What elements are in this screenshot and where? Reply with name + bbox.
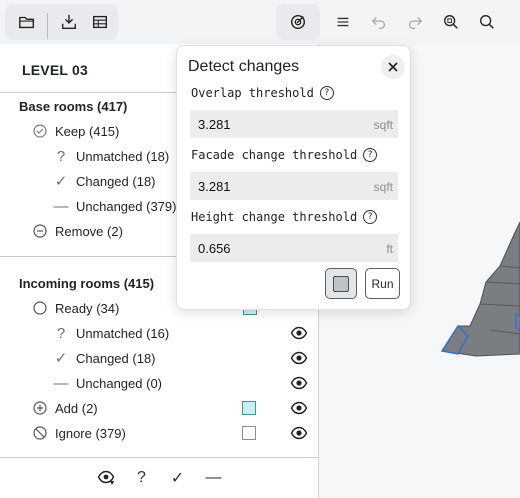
eye-icon[interactable] (290, 374, 308, 392)
close-button[interactable] (381, 55, 405, 79)
eye-icon[interactable] (290, 324, 308, 342)
check-icon: ✓ (54, 350, 68, 367)
base-changed-row[interactable]: ✓ Changed (18) (52, 170, 156, 192)
overlap-unit: sqft (373, 118, 393, 132)
height-label-text: Height change threshold (191, 210, 358, 224)
detect-changes-icon[interactable] (284, 8, 312, 36)
overlap-label-text: Overlap threshold (191, 86, 314, 100)
eye-icon[interactable] (290, 399, 308, 417)
detect-changes-popover: Detect changes Overlap threshold ? 3.281… (176, 45, 411, 310)
dash-button[interactable]: — (202, 466, 226, 490)
facade-value: 3.281 (198, 179, 231, 194)
run-button[interactable]: Run (365, 268, 400, 299)
ready-label: Ready (34) (55, 300, 120, 316)
eye-icon[interactable] (290, 424, 308, 442)
block-icon (31, 424, 49, 442)
eye-filter-icon[interactable] (94, 466, 118, 490)
help-icon[interactable]: ? (363, 148, 378, 162)
dash-icon: — (53, 197, 69, 215)
minus-circle-icon (31, 222, 49, 240)
file-toolbar-group (5, 4, 118, 40)
incoming-unchanged-label: Unchanged (0) (76, 375, 162, 391)
panel-footer: ? ✓ — (0, 457, 319, 498)
question-icon: ? (56, 147, 66, 165)
check-circle-icon (31, 122, 49, 140)
eye-icon[interactable] (290, 349, 308, 367)
base-unchanged-row[interactable]: — Unchanged (379) (52, 195, 177, 217)
menu-icon[interactable] (329, 8, 357, 36)
incoming-unchanged-row[interactable]: — Unchanged (0) (52, 372, 163, 394)
facade-threshold-input[interactable]: 3.281 sqft (190, 172, 398, 200)
incoming-changed-label: Changed (18) (76, 350, 156, 366)
popover-title: Detect changes (188, 58, 300, 75)
undo-icon[interactable] (365, 8, 393, 36)
overlap-threshold-input[interactable]: 3.281 sqft (190, 110, 398, 138)
circle-icon (31, 299, 49, 317)
top-toolbar (0, 0, 520, 44)
import-icon[interactable] (55, 8, 83, 36)
incoming-changed-row[interactable]: ✓ Changed (18) (52, 347, 156, 369)
toolbar-separator (47, 13, 48, 39)
question-icon: ? (56, 324, 66, 342)
facade-label-text: Facade change threshold (191, 148, 358, 162)
ignore-row[interactable]: Ignore (379) (31, 422, 126, 444)
base-unmatched-row[interactable]: ? Unmatched (18) (52, 145, 169, 167)
stop-icon (333, 275, 349, 292)
ignore-label: Ignore (379) (55, 425, 126, 441)
plus-circle-icon (31, 399, 49, 417)
base-rooms-heading: Base rooms (417) (19, 99, 128, 114)
check-button[interactable]: ✓ (166, 466, 190, 490)
help-icon[interactable]: ? (363, 210, 378, 224)
folder-open-icon[interactable] (13, 8, 41, 36)
remove-label: Remove (2) (55, 223, 123, 239)
ignore-color-swatch[interactable] (242, 426, 256, 440)
keep-label: Keep (415) (55, 123, 120, 139)
dash-icon: — (53, 374, 69, 392)
height-label: Height change threshold ? (191, 210, 378, 224)
zoom-fit-icon[interactable] (437, 8, 465, 36)
facade-label: Facade change threshold ? (191, 148, 378, 162)
table-icon[interactable] (86, 8, 114, 36)
add-row[interactable]: Add (2) (31, 397, 98, 419)
keep-row[interactable]: Keep (415) (31, 120, 119, 142)
overlap-label: Overlap threshold ? (191, 86, 334, 100)
search-icon[interactable] (473, 8, 501, 36)
height-threshold-input[interactable]: 0.656 ft (190, 234, 398, 262)
ready-row[interactable]: Ready (34) (31, 297, 119, 319)
base-unmatched-label: Unmatched (18) (76, 148, 170, 164)
add-color-swatch[interactable] (242, 401, 256, 415)
base-unchanged-label: Unchanged (379) (76, 198, 177, 214)
help-button[interactable]: ? (130, 466, 154, 490)
incoming-unmatched-row[interactable]: ? Unmatched (16) (52, 322, 169, 344)
close-icon (388, 62, 398, 72)
incoming-rooms-heading: Incoming rooms (415) (19, 276, 155, 291)
detect-toolbar-group (276, 4, 320, 40)
facade-unit: sqft (373, 180, 393, 194)
remove-row[interactable]: Remove (2) (31, 220, 123, 242)
base-changed-label: Changed (18) (76, 173, 156, 189)
height-unit: ft (386, 242, 393, 256)
check-icon: ✓ (54, 173, 68, 190)
page-title: LEVEL 03 (22, 62, 88, 78)
redo-icon[interactable] (401, 8, 429, 36)
overlap-value: 3.281 (198, 117, 231, 132)
height-value: 0.656 (198, 241, 231, 256)
help-icon[interactable]: ? (319, 86, 334, 100)
add-label: Add (2) (55, 400, 98, 416)
incoming-unmatched-label: Unmatched (16) (76, 325, 170, 341)
stop-button[interactable] (325, 268, 357, 299)
